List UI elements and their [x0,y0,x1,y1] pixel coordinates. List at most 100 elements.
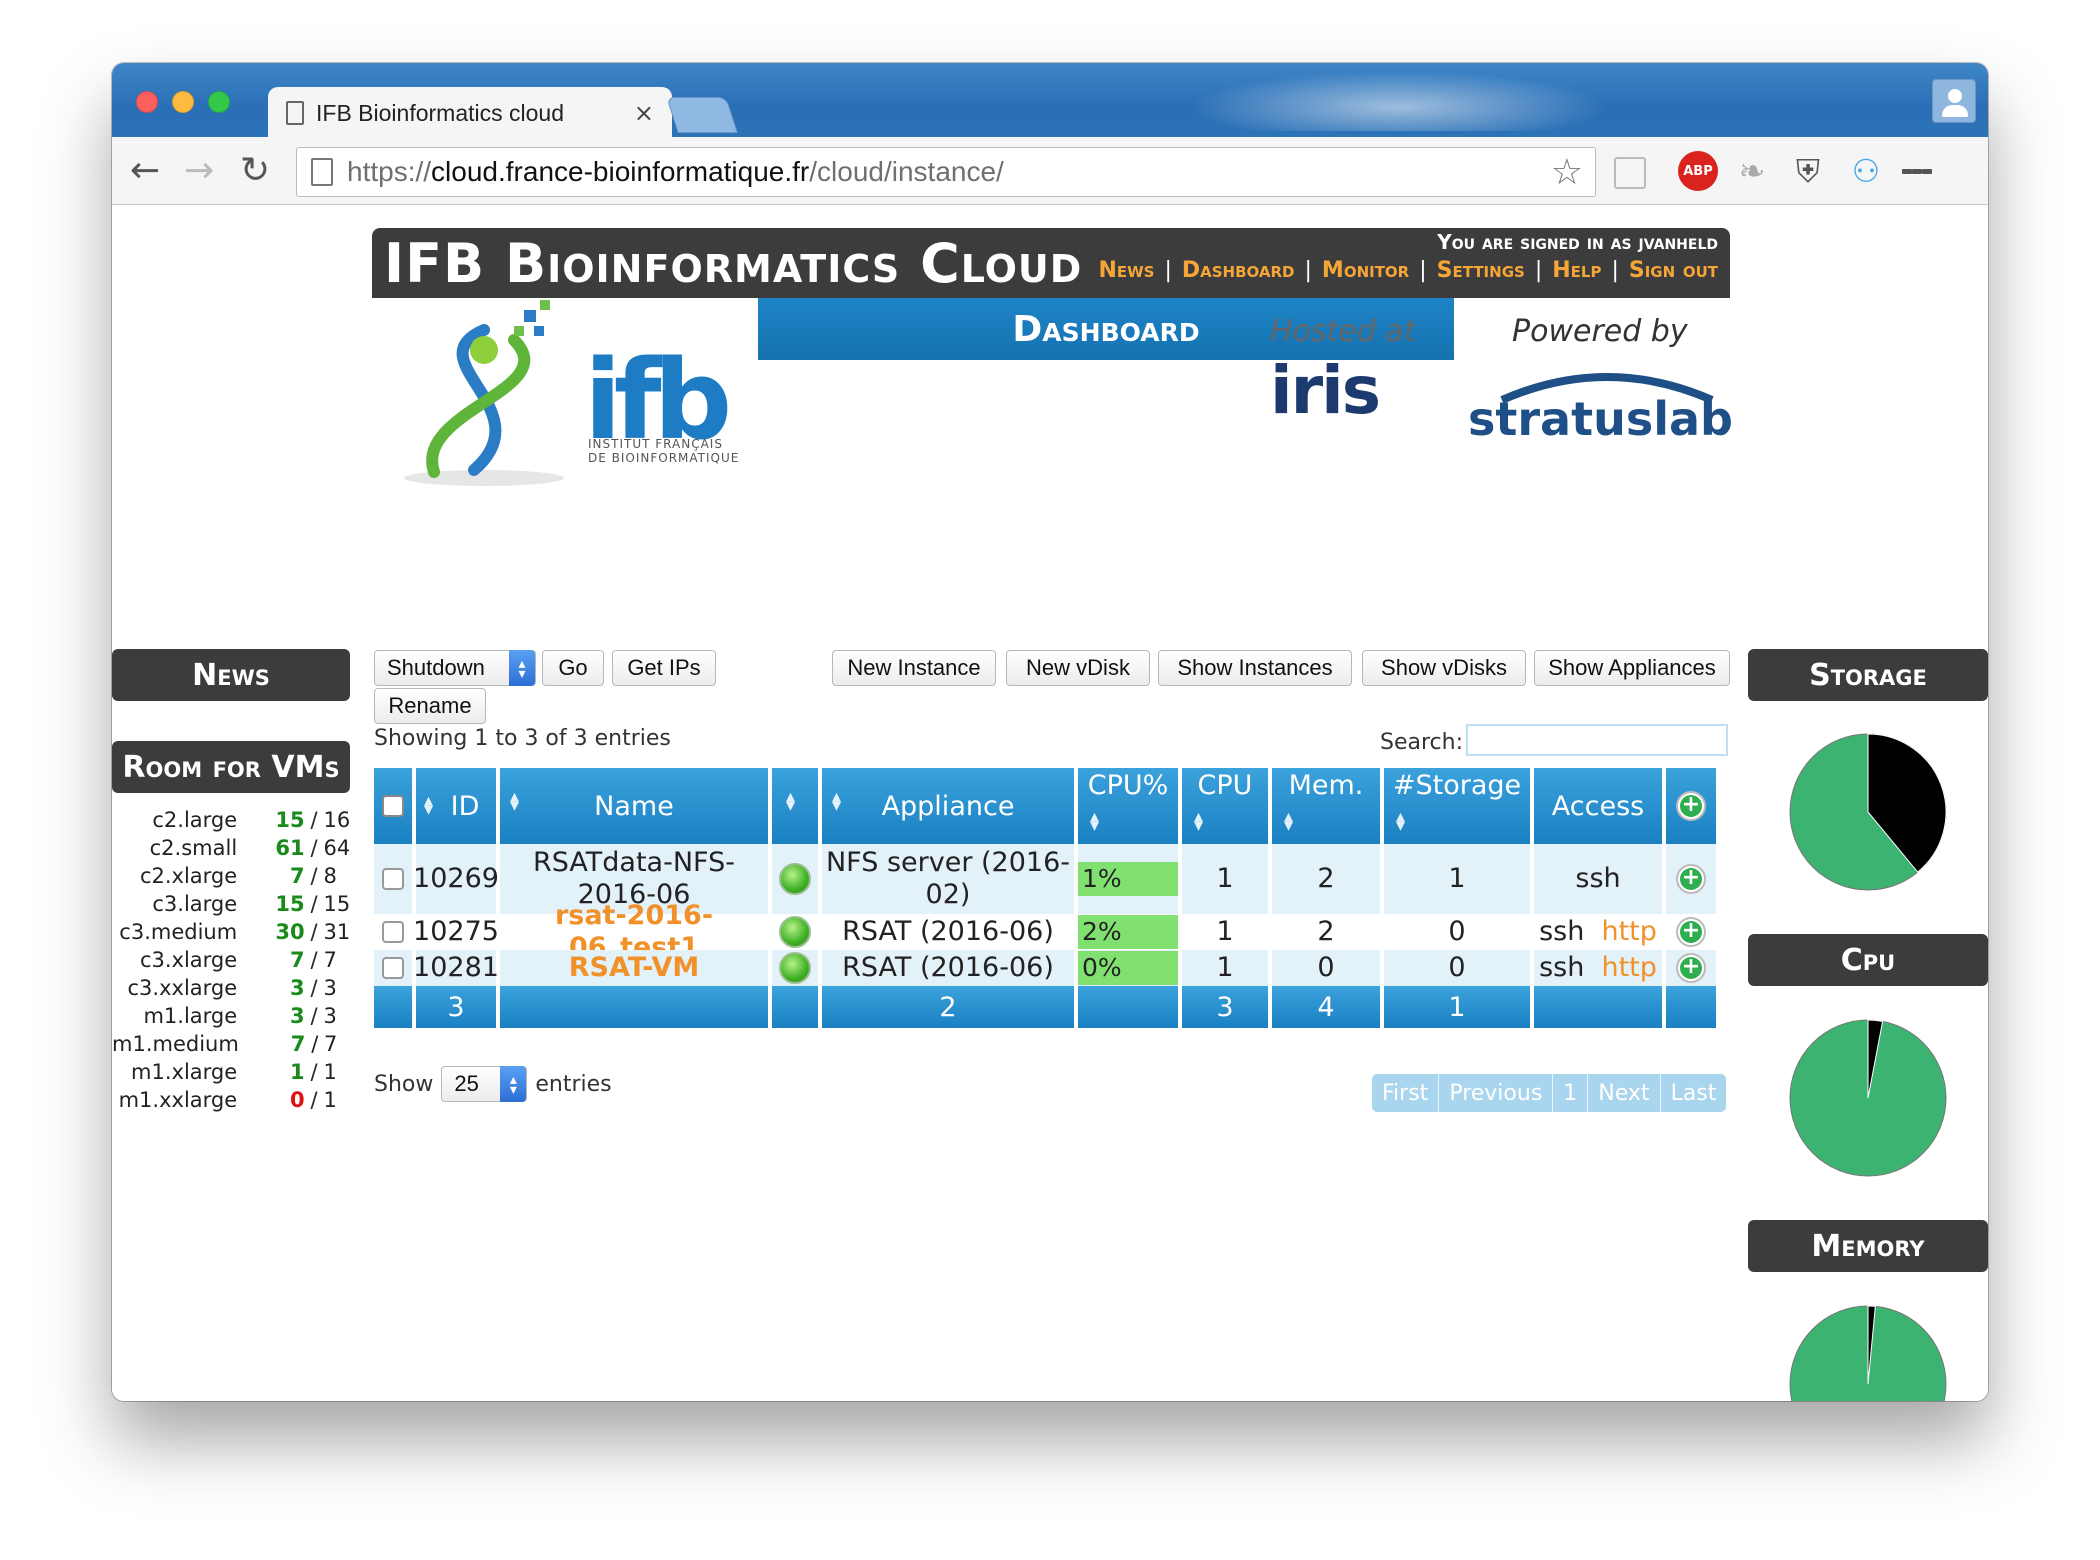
header-appliance[interactable]: ▴ ▾ Appliance [822,768,1078,844]
add-circle-icon[interactable]: + [1676,917,1706,947]
add-circle-icon[interactable]: + [1676,791,1706,821]
header-id-label: ID [450,790,480,822]
room-total-count: 15 [323,892,351,916]
new-tab-button[interactable] [666,97,738,133]
search-input[interactable] [1466,724,1728,756]
adblock-icon[interactable]: ABP [1678,151,1718,191]
nav-dashboard[interactable]: Dashboard [1182,258,1295,283]
ssh-link[interactable]: ssh [1575,863,1620,895]
header-cpu-label: CPU [1197,770,1253,801]
header-cpu-pct-label: CPU% [1087,770,1169,801]
rename-button[interactable]: Rename [374,688,486,724]
feather-extension-icon[interactable]: ❧ [1732,151,1772,191]
pager-last[interactable]: Last [1661,1074,1727,1112]
room-vm-type: m1.medium [112,1032,239,1056]
sort-icon: ▴ ▾ [1396,806,1406,836]
header-add[interactable]: + [1666,768,1716,844]
show-appliances-button[interactable]: Show Appliances [1534,650,1730,686]
nav-monitor[interactable]: Monitor [1322,258,1409,283]
header-access[interactable]: Access [1534,768,1666,844]
select-arrows-icon: ▴ ▾ [509,650,535,686]
show-entries-control: Show 25 ▴ ▾ entries [374,1066,612,1102]
ghostery-icon[interactable]: ⚇ [1846,151,1886,191]
go-button[interactable]: Go [542,650,604,686]
header-storage[interactable]: #Storage ▴ ▾ [1384,768,1534,844]
running-status-icon [779,952,811,984]
minimize-window-button[interactable] [172,91,194,113]
zoom-window-button[interactable] [208,91,230,113]
show-instances-button[interactable]: Show Instances [1158,650,1352,686]
storage-count: 0 [1384,914,1534,950]
reload-icon[interactable]: ↻ [240,151,270,191]
room-free-count: 1 [289,1060,305,1084]
address-bar[interactable]: https://cloud.france-bioinformatique.fr /… [296,147,1596,197]
row-select-cell [374,950,416,986]
bookmark-star-icon[interactable]: ☆ [1551,152,1583,193]
header-mem[interactable]: Mem. ▴ ▾ [1272,768,1384,844]
cpu-usage-bar: 1% [1078,862,1178,896]
instance-name[interactable]: RSAT-VM [569,952,700,984]
memory-heading: Memory [1748,1220,1988,1272]
ssh-link[interactable]: ssh [1539,916,1584,948]
room-for-vms-list: c2.large 15/16 c2.small 61/64 c2.xlarge 7/8 c3… [112,806,352,1114]
forward-arrow-icon[interactable]: → [184,151,214,191]
room-row: c3.medium 30/31 [112,918,352,946]
sort-icon: ▴ ▾ [1194,806,1204,836]
nav-news[interactable]: News [1098,258,1154,283]
header-id[interactable]: ▴ ▾ ID [416,768,500,844]
pager-next[interactable]: Next [1588,1074,1661,1112]
room-vm-type: c2.xlarge [139,864,238,888]
row-checkbox[interactable] [382,957,404,979]
room-row: c3.xxlarge 3/3 [112,974,352,1002]
pager-page-1[interactable]: 1 [1553,1074,1589,1112]
search-label: Search: [1380,730,1463,755]
nav-sign-out[interactable]: Sign out [1629,258,1718,283]
new-instance-button[interactable]: New Instance [832,650,996,686]
add-circle-icon[interactable]: + [1676,953,1706,983]
header-cpu[interactable]: CPU ▴ ▾ [1182,768,1272,844]
pager-previous[interactable]: Previous [1439,1074,1554,1112]
status-cell [772,914,822,950]
header-access-label: Access [1551,790,1645,822]
nav-settings[interactable]: Settings [1437,258,1525,283]
shield-extension-icon[interactable]: ⛨ [1788,151,1828,191]
nav-help[interactable]: Help [1552,258,1601,283]
table-row[interactable]: 10281 RSAT-VM RSAT (2016-06) 0% 1 0 0 ssh http + [374,950,1730,986]
cpu-pct-cell: 1% [1078,844,1182,914]
tab-close-icon[interactable]: × [634,99,654,127]
news-heading[interactable]: News [112,649,350,701]
room-slash: / [310,1004,318,1028]
row-checkbox[interactable] [382,868,404,890]
header-status[interactable]: ▴ ▾ [772,768,822,844]
http-link[interactable]: http [1601,952,1656,984]
room-free-count: 30 [275,920,305,944]
header-name[interactable]: ▴ ▾ Name [500,768,772,844]
add-circle-icon[interactable]: + [1676,864,1706,894]
action-select[interactable]: Shutdown ▴ ▾ [374,650,536,686]
cpu-count: 1 [1182,950,1272,986]
new-vdisk-button[interactable]: New vDisk [1006,650,1150,686]
get-ips-button[interactable]: Get IPs [612,650,716,686]
cpu-heading: Cpu [1748,934,1988,986]
browser-tab[interactable]: IFB Bioinformatics cloud × [268,87,672,139]
page-size-select[interactable]: 25 ▴ ▾ [441,1066,528,1102]
window-controls [136,91,230,113]
extension-blank-icon[interactable] [1614,157,1646,189]
showing-entries-text: Showing 1 to 3 of 3 entries [374,726,671,751]
room-total-count: 8 [323,864,337,888]
room-vm-type: m1.large [143,1004,238,1028]
ifb-logo: ifb INSTITUT FRANÇAIS DE BIOINFORMATIQUE [374,300,754,490]
pager-first[interactable]: First [1372,1074,1440,1112]
show-vdisks-button[interactable]: Show vDisks [1362,650,1526,686]
close-window-button[interactable] [136,91,158,113]
menu-icon[interactable] [1902,151,1932,191]
profile-button[interactable] [1932,79,1976,123]
table-row[interactable]: 10275 rsat-2016-06_test1 RSAT (2016-06) 2% 1… [374,900,1730,963]
select-all-checkbox[interactable] [382,795,404,817]
ssh-link[interactable]: ssh [1539,952,1584,984]
http-link[interactable]: http [1601,916,1656,948]
header-cpu-pct[interactable]: CPU% ▴ ▾ [1078,768,1182,844]
cpu-usage-bar: 2% [1078,915,1178,949]
row-checkbox[interactable] [382,921,404,943]
back-arrow-icon[interactable]: ← [130,151,160,191]
